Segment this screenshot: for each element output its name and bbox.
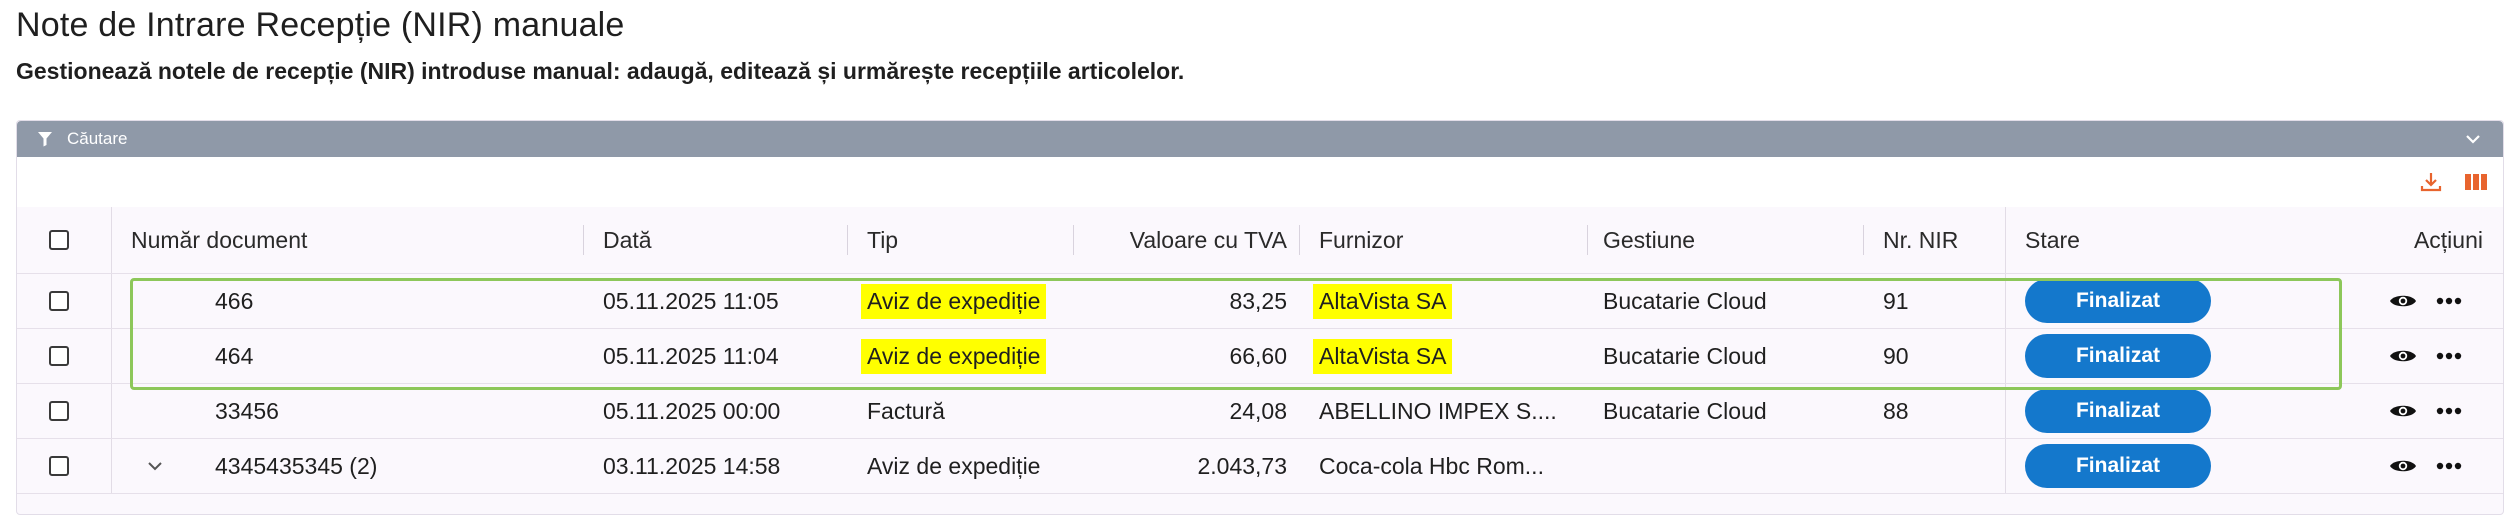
cell-doc: 466 — [215, 287, 254, 314]
table-header-row: Număr document Dată Tip Valoare cu TVA F… — [17, 207, 2503, 274]
cell-status: Finalizat — [2025, 384, 2211, 438]
cell-value: 66,60 — [1229, 342, 1287, 369]
eye-icon[interactable] — [2387, 384, 2419, 438]
cell-nir: 90 — [1883, 342, 1909, 369]
expand-chevron-icon[interactable] — [147, 439, 163, 493]
table-row[interactable]: 33456 05.11.2025 00:00 Factură 24,08 ABE… — [17, 384, 2503, 439]
highlighted-type: Aviz de expediție — [861, 283, 1047, 319]
cell-doc: 33456 — [215, 397, 279, 424]
columns-icon[interactable] — [2463, 169, 2489, 195]
select-all-checkbox[interactable] — [49, 230, 69, 250]
more-icon[interactable] — [2433, 329, 2465, 383]
highlighted-supplier: AltaVista SA — [1313, 338, 1453, 374]
cell-nir: 88 — [1883, 397, 1909, 424]
cell-type: Aviz de expediție — [867, 452, 1041, 479]
row-checkbox-cell[interactable] — [49, 274, 69, 328]
table-row[interactable]: 466 05.11.2025 11:05 Aviz de expediție 8… — [17, 274, 2503, 329]
cell-date: 05.11.2025 11:04 — [603, 342, 779, 369]
row-checkbox[interactable] — [49, 456, 69, 476]
col-header-status[interactable]: Stare — [2025, 207, 2225, 273]
cell-supplier: AltaVista SA — [1313, 329, 1453, 383]
col-header-store[interactable]: Gestiune — [1603, 207, 1843, 273]
cell-supplier: ABELLINO IMPEX S.... — [1319, 397, 1557, 424]
cell-status: Finalizat — [2025, 439, 2211, 493]
cell-status: Finalizat — [2025, 329, 2211, 383]
more-icon[interactable] — [2433, 384, 2465, 438]
col-header-value[interactable]: Valoare cu TVA — [1087, 207, 1287, 273]
cell-date: 05.11.2025 00:00 — [603, 397, 781, 424]
cell-store: Bucatarie Cloud — [1603, 342, 1767, 369]
row-checkbox[interactable] — [49, 346, 69, 366]
col-header-nir[interactable]: Nr. NIR — [1883, 207, 2003, 273]
cell-value: 2.043,73 — [1197, 452, 1287, 479]
filter-icon — [37, 130, 55, 148]
status-button[interactable]: Finalizat — [2025, 334, 2211, 378]
row-checkbox-cell[interactable] — [49, 384, 69, 438]
more-icon[interactable] — [2433, 439, 2465, 493]
col-header-date[interactable]: Dată — [603, 207, 843, 273]
select-all-checkbox-cell[interactable] — [49, 207, 69, 273]
page-title: Note de Intrare Recepție (NIR) manuale — [16, 6, 625, 44]
cell-store: Bucatarie Cloud — [1603, 287, 1767, 314]
highlighted-type: Aviz de expediție — [861, 338, 1047, 374]
table-toolbar — [17, 157, 2503, 207]
nir-table: Număr document Dată Tip Valoare cu TVA F… — [17, 207, 2503, 494]
cell-value: 83,25 — [1229, 287, 1287, 314]
row-checkbox-cell[interactable] — [49, 329, 69, 383]
more-icon[interactable] — [2433, 274, 2465, 328]
col-header-type[interactable]: Tip — [867, 207, 1067, 273]
search-label: Căutare — [67, 129, 128, 148]
status-button[interactable]: Finalizat — [2025, 444, 2211, 488]
nir-card: Căutare Număr document Dată Tip Valoare … — [16, 120, 2504, 515]
cell-store: Bucatarie Cloud — [1603, 397, 1767, 424]
cell-date: 03.11.2025 14:58 — [603, 452, 781, 479]
cell-supplier: Coca-cola Hbc Rom... — [1319, 452, 1544, 479]
cell-type: Aviz de expediție — [861, 274, 1047, 328]
status-button[interactable]: Finalizat — [2025, 389, 2211, 433]
cell-value: 24,08 — [1229, 397, 1287, 424]
cell-supplier: AltaVista SA — [1313, 274, 1453, 328]
search-panel-header[interactable]: Căutare — [17, 121, 2503, 157]
eye-icon[interactable] — [2387, 439, 2419, 493]
highlighted-supplier: AltaVista SA — [1313, 283, 1453, 319]
cell-doc: 464 — [215, 342, 254, 369]
row-checkbox-cell[interactable] — [49, 439, 69, 493]
download-icon[interactable] — [2418, 169, 2444, 195]
table-row[interactable]: 464 05.11.2025 11:04 Aviz de expediție 6… — [17, 329, 2503, 384]
row-checkbox[interactable] — [49, 291, 69, 311]
eye-icon[interactable] — [2387, 274, 2419, 328]
eye-icon[interactable] — [2387, 329, 2419, 383]
status-button[interactable]: Finalizat — [2025, 279, 2211, 323]
cell-doc: 4345435345 (2) — [215, 452, 378, 479]
row-checkbox[interactable] — [49, 401, 69, 421]
col-header-doc[interactable]: Număr document — [131, 207, 391, 273]
chevron-down-icon[interactable] — [2463, 129, 2483, 149]
cell-type: Aviz de expediție — [861, 329, 1047, 383]
cell-status: Finalizat — [2025, 274, 2211, 328]
col-header-supplier[interactable]: Furnizor — [1319, 207, 1579, 273]
col-header-actions: Acțiuni — [2413, 226, 2483, 253]
cell-type: Factură — [867, 397, 945, 424]
table-row[interactable]: 4345435345 (2) 03.11.2025 14:58 Aviz de … — [17, 439, 2503, 494]
page-subtitle: Gestionează notele de recepție (NIR) int… — [16, 58, 1185, 84]
cell-nir: 91 — [1883, 287, 1909, 314]
cell-date: 05.11.2025 11:05 — [603, 287, 779, 314]
